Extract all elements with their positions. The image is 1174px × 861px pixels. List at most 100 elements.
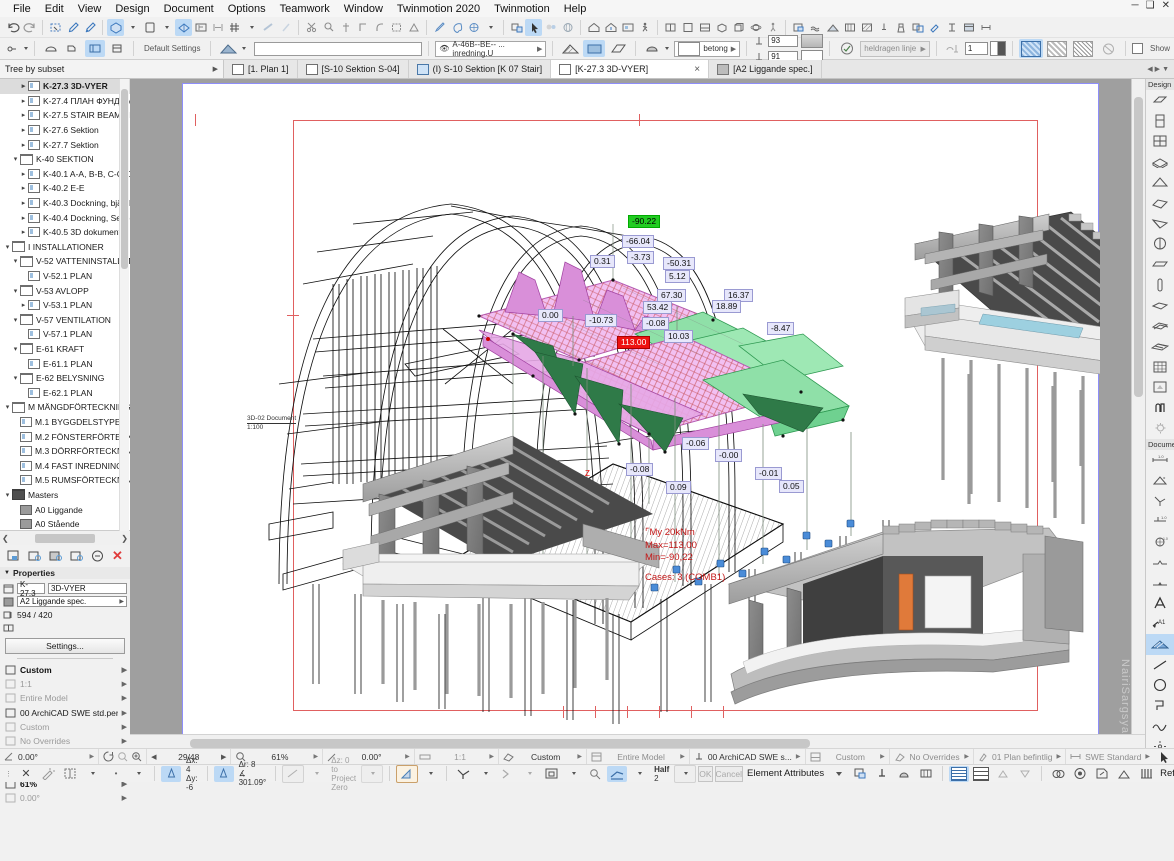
label-icon[interactable]: A1 [1146, 614, 1174, 635]
navigator-item[interactable]: E-61.1 PLAN [0, 356, 130, 371]
fill-grid-icon[interactable] [971, 766, 991, 782]
3d-view-dropdown[interactable] [124, 19, 141, 36]
chevron-right-icon[interactable]: ▸ [19, 82, 28, 90]
properties-row[interactable]: 1:1 ▶ [3, 677, 127, 691]
properties-row[interactable]: Custom ▶ [3, 663, 127, 677]
shell-icon[interactable] [1146, 213, 1174, 234]
tab-menu-icon[interactable]: ▼ [1162, 66, 1169, 73]
chevron-down-icon[interactable]: ▾ [3, 491, 12, 499]
menu-item-options[interactable]: Options [221, 2, 273, 16]
navigator-item[interactable]: ▾ I INSTALLATIONER [0, 240, 130, 255]
solid-subtract-icon[interactable] [1070, 766, 1090, 782]
axonometric-icon[interactable] [175, 18, 192, 36]
slab-geometry3-icon[interactable] [85, 40, 105, 57]
globe-icon[interactable] [559, 19, 576, 36]
chevron-right-icon[interactable]: ▸ [19, 199, 28, 207]
properties-row[interactable]: Entire Model ▶ [3, 691, 127, 705]
clean-icon[interactable] [892, 19, 909, 36]
navigator-item[interactable]: ▸K-27.3 3D-VYER▴ [0, 79, 130, 94]
element-attributes-label[interactable]: Element Attributes [745, 768, 826, 779]
chevron-right-icon[interactable]: ▶ [122, 723, 127, 731]
hscroll-thumb[interactable] [35, 533, 95, 543]
navigator-item[interactable]: ▾ M MÄNGDFÖRTECKNING [0, 400, 130, 415]
arrow-tool-icon[interactable] [525, 18, 542, 36]
navigator-tree[interactable]: ▸K-27.3 3D-VYER▴▸K-27.4 ПЛАН ФУНДАМЕ▸K-2… [0, 79, 130, 531]
structure-fill-icon[interactable] [559, 40, 581, 57]
arrow-pointer-icon[interactable] [1158, 751, 1170, 763]
measure-dropdown[interactable] [277, 19, 294, 36]
window-icon[interactable] [141, 19, 158, 36]
navigator-item[interactable]: V-52.1 PLAN [0, 269, 130, 284]
fill-crosshatch-icon[interactable] [1071, 39, 1095, 58]
text-tool-icon[interactable] [943, 19, 960, 36]
fill-hatch-icon[interactable] [949, 765, 970, 782]
chevron-down-icon[interactable]: ▾ [3, 243, 12, 251]
door-icon[interactable] [1146, 111, 1174, 132]
properties-row[interactable]: 0.00° ▶ [3, 791, 127, 805]
half-field[interactable]: Half 2 [651, 765, 672, 783]
morph-icon[interactable] [1146, 234, 1174, 255]
clone-folder-icon[interactable] [28, 550, 42, 562]
navigator-item[interactable]: E-62.1 PLAN [0, 385, 130, 400]
tab-close-icon[interactable]: × [680, 64, 700, 75]
properties-collapse-icon[interactable]: ▼ [4, 570, 10, 576]
menu-item-teamwork[interactable]: Teamwork [273, 2, 337, 16]
composite-structure-icon[interactable] [583, 40, 606, 57]
attr-pen-icon[interactable] [872, 766, 892, 782]
fill-icon[interactable] [1146, 634, 1174, 655]
navigator-item[interactable]: ▸ K-27.6 Sektion [0, 123, 130, 138]
chevron-right-icon[interactable]: ▶ [122, 737, 127, 745]
snap-grid-caret[interactable] [82, 766, 102, 782]
zoom-icon[interactable] [320, 19, 337, 36]
attr-layer-icon[interactable] [850, 766, 870, 782]
profile-icon[interactable] [607, 40, 629, 57]
cancel-operation-icon[interactable]: ✕ [16, 766, 36, 782]
hscroll-left-icon[interactable]: ❮ [2, 534, 9, 543]
scale-control[interactable]: 1:1 ▶ [415, 748, 499, 765]
new-view-icon[interactable] [7, 550, 20, 562]
z-dropdown[interactable] [361, 764, 384, 783]
walk-icon[interactable] [636, 19, 653, 36]
angle-dim-icon[interactable]: α [1146, 470, 1174, 491]
story-up-icon[interactable] [602, 19, 619, 36]
master-layout-select[interactable]: A2 Liggande spec. ▶ [17, 596, 127, 607]
polar-icon[interactable] [213, 765, 234, 782]
spline-icon[interactable] [1146, 716, 1174, 737]
story-settings-icon[interactable] [619, 19, 636, 36]
chevron-right-icon[interactable]: ▶ [122, 794, 127, 802]
navigator-item[interactable]: M.1 BYGGDELSTYPER [0, 415, 130, 430]
fit-window-icon[interactable] [192, 19, 209, 36]
level-dim-icon[interactable]: 1.0 [1146, 511, 1174, 532]
navigator-item[interactable]: ▸ K-27.7 Sektion [0, 137, 130, 152]
dimension-control[interactable]: SWE Standard ▶ [1066, 749, 1174, 765]
chevron-right-icon[interactable]: ▸ [19, 228, 28, 236]
tab-scroll-left-icon[interactable]: ◀ [1147, 65, 1152, 73]
syringe-icon[interactable] [81, 19, 98, 36]
tab-plan-1[interactable]: [1. Plan 1] [224, 60, 298, 78]
chevron-down-icon[interactable]: ▾ [11, 155, 20, 163]
half-caret[interactable] [674, 764, 697, 783]
drawing-canvas[interactable]: Z X Y [130, 79, 1145, 751]
navigator-item[interactable]: ▾ V-53 AVLOPP [0, 283, 130, 298]
navigator-item[interactable]: M.5 RUMSFÖRTECKNING [0, 473, 130, 488]
navigator-item[interactable]: ▾ V-57 VENTILATION [0, 313, 130, 328]
trim-icon[interactable] [337, 19, 354, 36]
radial-dim-icon[interactable] [1146, 491, 1174, 512]
dimension-icon[interactable]: 1.0 [1146, 450, 1174, 471]
tool-settings-icon[interactable] [4, 40, 21, 57]
navigator-item[interactable]: ▸ V-53.1 PLAN [0, 298, 130, 313]
grid-element-icon[interactable] [1146, 357, 1174, 378]
level-icon[interactable] [1146, 573, 1174, 594]
3d-view-icon[interactable] [107, 18, 124, 36]
teamwork-icon[interactable] [542, 19, 559, 36]
orbit-icon[interactable] [103, 751, 114, 762]
slab-geometry-icon[interactable] [41, 40, 61, 57]
navigator-item[interactable]: ▾ Masters [0, 488, 130, 503]
canvas-vscrollbar[interactable] [1131, 79, 1145, 734]
gravity-caret[interactable] [420, 766, 440, 782]
minimize-icon[interactable]: ─ [1132, 1, 1139, 11]
properties-row[interactable]: No Overrides ▶ [3, 734, 127, 748]
reference-plane-icon[interactable] [607, 765, 628, 782]
fill-display-icon[interactable] [824, 19, 841, 36]
layer-selector[interactable]: 👁 A-46B--BE-- ... inredning.U ▶ [435, 40, 547, 58]
